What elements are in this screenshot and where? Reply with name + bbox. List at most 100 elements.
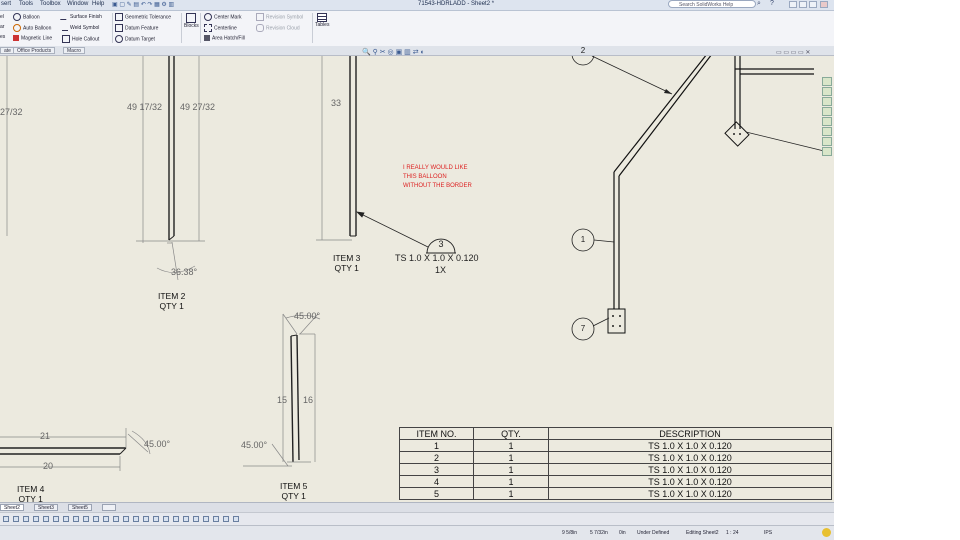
dimension-text[interactable]: 49 27/32 [180,102,215,112]
close-button[interactable] [820,1,828,8]
column-header[interactable]: DESCRIPTION [548,427,832,440]
weld-symbol-button[interactable]: Weld Symbol [62,24,99,31]
toolbar-icon[interactable] [203,516,209,522]
status-scale[interactable]: 1 : 24 [726,530,739,536]
design-library-icon[interactable] [822,87,832,96]
menu-toolbox[interactable]: Toolbox [40,1,61,7]
toolbar-icon[interactable] [213,516,219,522]
geometric-tolerance-button[interactable]: Geometric Tolerance [115,13,171,21]
drawing-sheet[interactable]: 27/32 49 17/32 49 27/32 33 36.38° 45.00°… [0,46,834,504]
restore-button[interactable] [799,1,807,8]
revision-cloud-button[interactable]: Revision Cloud [256,24,300,32]
search-icon[interactable]: ⌕ [757,0,761,8]
status-units[interactable]: IPS [764,530,772,536]
dimension-text[interactable]: 45.00° [241,440,267,450]
minimize-button[interactable] [789,1,797,8]
dimension-text[interactable]: 21 [40,431,50,441]
toolbar-icon[interactable] [93,516,99,522]
toolbar-icon[interactable] [23,516,29,522]
table-row[interactable]: 3 1 TS 1.0 X 1.0 X 0.120 [399,463,832,476]
menu-window[interactable]: Window [67,1,88,7]
red-note[interactable]: I REALLY WOULD LIKE THIS BALLOON WITHOUT… [403,164,472,191]
toolbar-icon[interactable] [163,516,169,522]
dimension-text[interactable]: 27/32 [0,107,23,117]
bill-of-materials-table[interactable]: ITEM NO. QTY. DESCRIPTION 1 1 TS 1.0 X 1… [399,427,832,500]
help-balloon-icon[interactable] [822,528,831,537]
dimension-text[interactable]: 49 17/32 [127,102,162,112]
toolbar-icon[interactable] [3,516,9,522]
datum-target-button[interactable]: Datum Target [115,35,155,43]
table-row[interactable]: 5 1 TS 1.0 X 1.0 X 0.120 [399,487,832,500]
menu-help[interactable]: Help [92,1,104,7]
maximize-button[interactable] [809,1,817,8]
toolbar-icon[interactable] [233,516,239,522]
toolbar-icon[interactable] [83,516,89,522]
table-row[interactable]: 4 1 TS 1.0 X 1.0 X 0.120 [399,475,832,488]
help-icon[interactable]: ? [770,0,774,7]
blocks-button[interactable]: Blocks [184,13,199,29]
dimension-text[interactable]: 16 [303,395,313,405]
toolbar-icon[interactable] [183,516,189,522]
menu-insert[interactable]: sert [1,1,11,7]
dimension-text[interactable]: 45.00° [144,439,170,449]
balloon-quantity[interactable]: 1X [435,265,446,275]
dimension-text[interactable]: 15 [277,395,287,405]
resources-icon[interactable] [822,77,832,86]
view-palette-icon[interactable] [822,117,832,126]
toolbar-icon[interactable] [173,516,179,522]
toolbar-icon[interactable] [113,516,119,522]
centerline-button[interactable]: Centerline [204,24,237,32]
tab-macro[interactable]: Macro [63,47,85,54]
toolbar-icon[interactable] [193,516,199,522]
column-header[interactable]: ITEM NO. [399,427,474,440]
revision-symbol-button[interactable]: Revision Symbol [256,13,303,21]
datum-feature-button[interactable]: Datum Feature [115,24,158,32]
toolbox-icon[interactable] [822,147,832,156]
tables-button[interactable]: Tables [315,13,329,28]
balloon-button[interactable]: Balloon [13,13,40,21]
dimension-text[interactable]: 36.38° [171,267,197,277]
sheet-window-buttons[interactable]: ▭ ▭ ▭ ▭ ✕ [776,49,810,56]
toolbar-icon[interactable] [133,516,139,522]
table-row[interactable]: 1 1 TS 1.0 X 1.0 X 0.120 [399,439,832,452]
magnetic-line-button[interactable]: Magnetic Line [13,35,52,41]
balloon-description[interactable]: TS 1.0 X 1.0 X 0.120 [395,253,479,263]
center-mark-button[interactable]: Center Mark [204,13,242,21]
menu-tools[interactable]: Tools [19,1,33,7]
toolbar-icon[interactable] [143,516,149,522]
toolbar-icon[interactable] [123,516,129,522]
toolbar-icon[interactable] [13,516,19,522]
dimension-text[interactable]: 45.00° [294,311,320,321]
tab-sheet2[interactable]: Sheet2 [0,504,24,511]
toolbar-icon[interactable] [73,516,79,522]
toolbar-icon[interactable] [223,516,229,522]
toolbar-icon[interactable] [43,516,49,522]
dimension-text[interactable]: 20 [43,461,53,471]
toolbar-icon[interactable] [33,516,39,522]
quick-access-icons[interactable]: ▣ ▢ ✎ ▤ ↶ ↷ ▦ ⚙ ▥ [112,1,174,8]
area-hatch-button[interactable]: Area Hatch/Fill [204,35,245,41]
help-search-input[interactable]: Search SolidWorks Help [668,0,756,8]
appearances-icon[interactable] [822,127,832,136]
balloon-1[interactable]: 1 [579,235,587,244]
add-sheet-icon[interactable] [102,504,116,511]
column-header[interactable]: QTY. [473,427,549,440]
dimension-text[interactable]: 33 [331,98,341,108]
toolbar-icon[interactable] [103,516,109,522]
heads-up-view-toolbar[interactable]: 🔍 ⚲ ✂ ◎ ▣ ▥ ⇄ ◐ [362,48,425,56]
toolbar-icon[interactable] [63,516,69,522]
balloon-number[interactable]: 3 [437,239,445,249]
tab-sheet5[interactable]: Sheet5 [68,504,92,511]
table-row[interactable]: 2 1 TS 1.0 X 1.0 X 0.120 [399,451,832,464]
auto-balloon-button[interactable]: Auto Balloon [13,24,51,32]
toolbar-icon[interactable] [53,516,59,522]
tab-office-products[interactable]: Office Products [13,47,56,54]
hole-callout-button[interactable]: Hole Callout [62,35,99,43]
toolbar-icon[interactable] [153,516,159,522]
surface-finish-button[interactable]: Surface Finish [59,13,102,20]
search-results-icon[interactable] [822,107,832,116]
balloon-7[interactable]: 7 [579,324,587,333]
balloon-2[interactable]: 2 [579,46,587,55]
custom-properties-icon[interactable] [822,137,832,146]
tab-sheet3[interactable]: Sheet3 [34,504,58,511]
